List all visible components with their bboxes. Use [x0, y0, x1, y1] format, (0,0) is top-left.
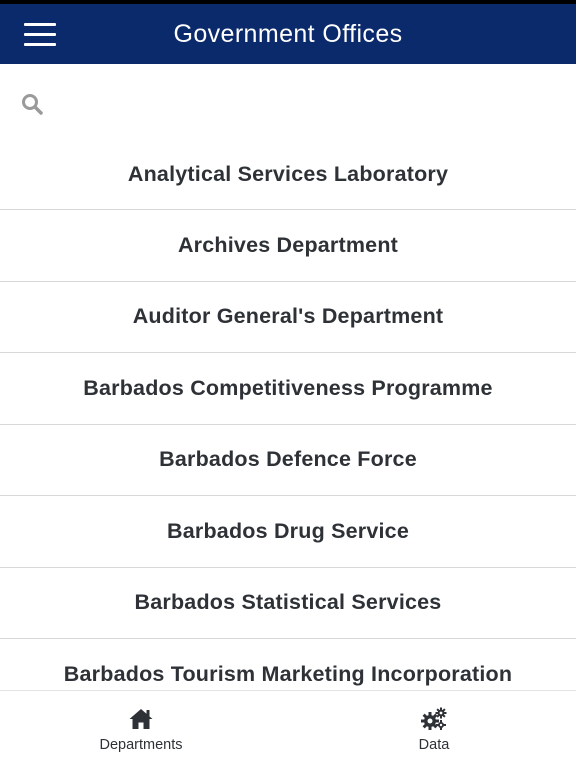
list-item[interactable]: Analytical Services Laboratory [0, 140, 576, 210]
list-item-label: Barbados Tourism Marketing Incorporation [63, 661, 513, 686]
list-item[interactable]: Archives Department [0, 210, 576, 282]
list-item[interactable]: Auditor General's Department [0, 282, 576, 353]
search-bar [0, 64, 576, 140]
tab-departments[interactable]: Departments [41, 691, 241, 768]
hamburger-menu-icon[interactable] [24, 18, 72, 50]
list-item[interactable]: Barbados Competitiveness Programme [0, 353, 576, 425]
app-screen: Government Offices Analytical Services L… [0, 0, 576, 768]
menu-bar [24, 42, 56, 46]
menu-bar [24, 32, 56, 36]
list-item-label: Archives Department [177, 232, 399, 257]
list-item[interactable]: Barbados Statistical Services [0, 568, 576, 639]
list-item-label: Barbados Defence Force [159, 447, 417, 472]
menu-bar [24, 22, 56, 26]
gears-icon [421, 707, 447, 730]
tab-data[interactable]: Data [334, 691, 534, 768]
list-item-label: Barbados Drug Service [167, 518, 409, 543]
app-header: Government Offices [0, 4, 576, 64]
list-item[interactable]: Barbados Drug Service [0, 496, 576, 568]
department-list: Analytical Services Laboratory Archives … [0, 140, 576, 711]
list-item-label: Auditor General's Department [132, 304, 444, 329]
list-item-label: Barbados Statistical Services [134, 590, 442, 615]
list-item-label: Barbados Competitiveness Programme [83, 375, 493, 400]
bottom-navigation: Departments Data [0, 690, 576, 768]
home-icon [129, 709, 153, 729]
search-input[interactable] [56, 84, 556, 120]
page-title: Government Offices [173, 19, 403, 48]
list-item-label: Analytical Services Laboratory [127, 162, 449, 186]
tab-label: Data [418, 737, 450, 753]
search-icon[interactable] [20, 92, 44, 116]
list-item[interactable]: Barbados Defence Force [0, 425, 576, 496]
tab-label: Departments [99, 737, 183, 753]
